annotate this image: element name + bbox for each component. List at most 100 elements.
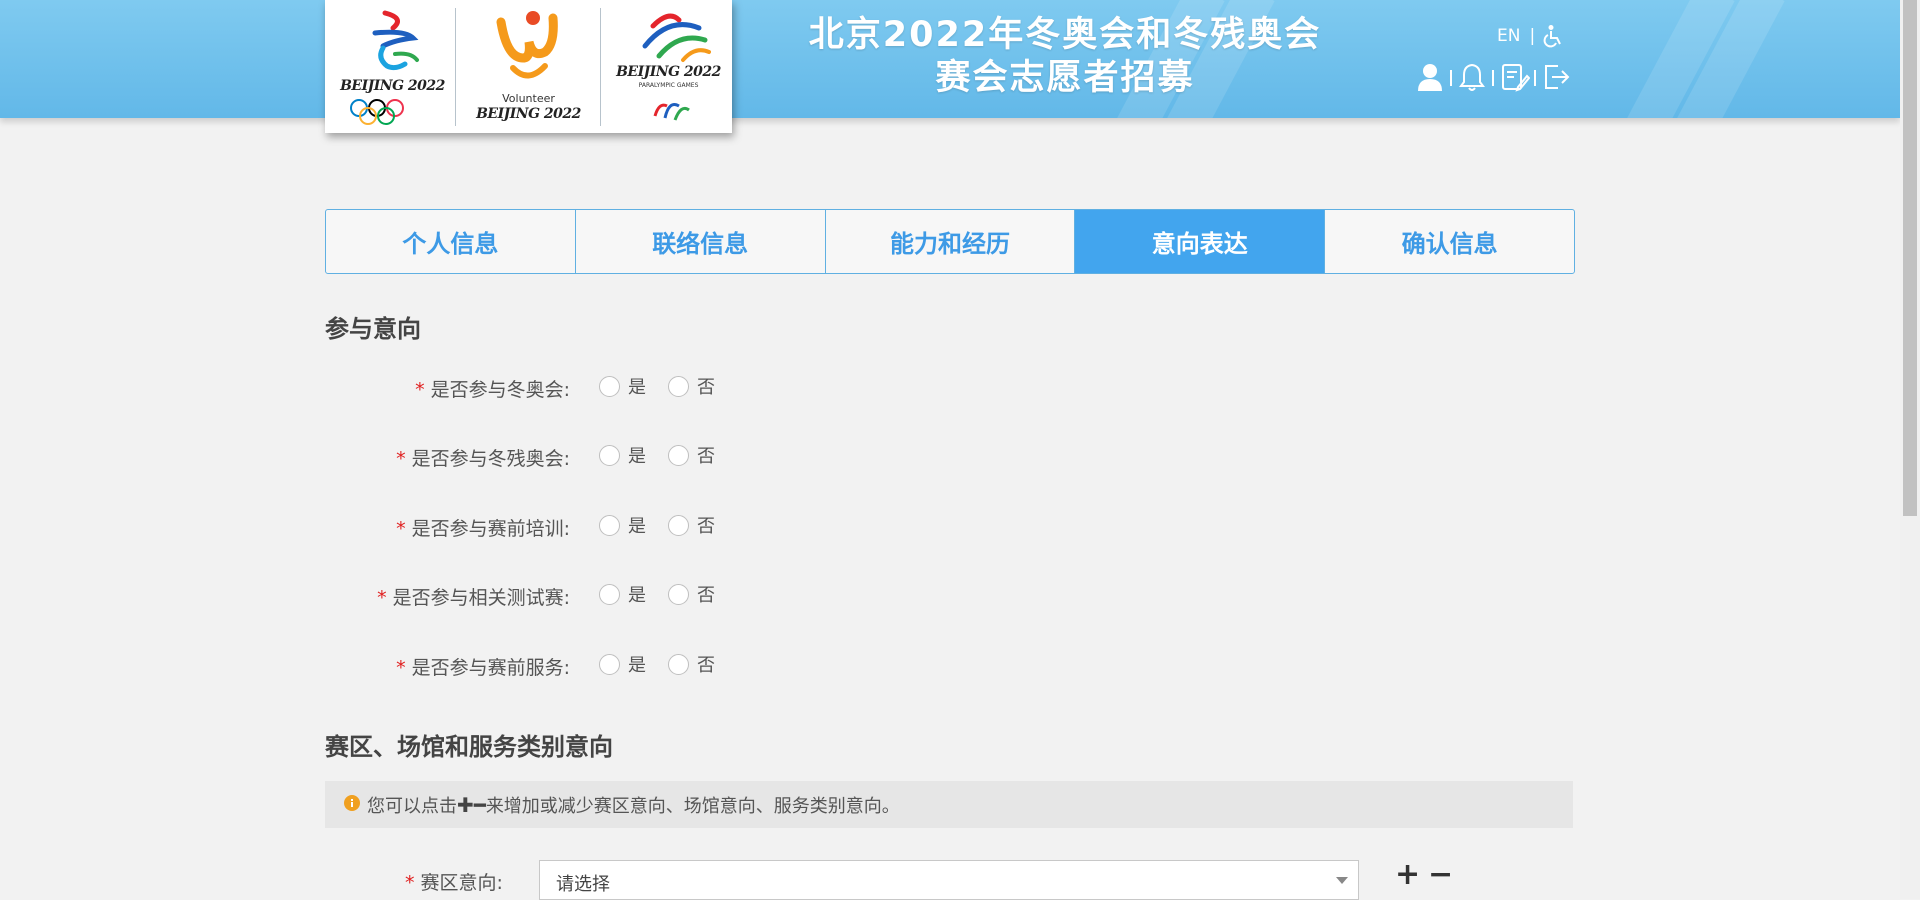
- participation-section-title: 参与意向: [325, 315, 421, 343]
- radio-circle[interactable]: [668, 375, 689, 397]
- radio-label: 否: [697, 446, 715, 467]
- radio-label: 是: [628, 585, 646, 606]
- zone-intention-select[interactable]: 请选择: [539, 860, 1359, 900]
- logo-panel: BEIJING 2022 Volunteer BEIJING 2022 BEIJ…: [325, 0, 732, 133]
- tab-personal-info[interactable]: 个人信息: [326, 210, 576, 273]
- radio-label: 否: [697, 585, 715, 606]
- required-marker: *: [396, 657, 406, 679]
- user-icon[interactable]: [1416, 62, 1444, 96]
- radio-yes[interactable]: 是: [599, 651, 646, 677]
- scrollbar-thumb[interactable]: [1903, 0, 1917, 516]
- tip-text-post: 来增加或减少赛区意向、场馆意向、服务类别意向。: [485, 795, 900, 817]
- radio-circle[interactable]: [599, 583, 620, 605]
- question-label: * 是否参与赛前服务:: [396, 653, 570, 680]
- required-marker: *: [415, 379, 425, 401]
- info-tip: 您可以点击 ✚ ━ 来增加或减少赛区意向、场馆意向、服务类别意向。: [325, 781, 1573, 828]
- add-zone-button[interactable]: +: [1395, 860, 1420, 890]
- required-marker: *: [405, 872, 415, 894]
- radio-label: 否: [697, 516, 715, 537]
- tip-text-pre: 您可以点击: [367, 795, 457, 817]
- radio-circle[interactable]: [599, 653, 620, 675]
- site-title: 北京2022年冬奥会和冬残奥会 赛会志愿者招募: [780, 14, 1350, 100]
- question-text: 是否参与冬残奥会:: [411, 448, 570, 470]
- zone-intention-text: 赛区意向:: [420, 872, 503, 894]
- step-tabs: 个人信息 联络信息 能力和经历 意向表达 确认信息: [325, 209, 1575, 274]
- required-marker: *: [396, 448, 406, 470]
- chevron-down-icon: [1336, 877, 1348, 884]
- tip-text: 您可以点击 ✚ ━ 来增加或减少赛区意向、场馆意向、服务类别意向。: [367, 792, 900, 818]
- logout-icon[interactable]: [1542, 62, 1570, 96]
- radio-circle[interactable]: [599, 444, 620, 466]
- radio-circle[interactable]: [668, 514, 689, 536]
- volunteer-text: Volunteer: [502, 92, 555, 105]
- site-title-line1: 北京2022年冬奥会和冬残奥会: [808, 15, 1322, 55]
- page-scrollbar[interactable]: [1900, 0, 1920, 899]
- volunteer-emblem-icon: [496, 11, 558, 79]
- radio-label: 是: [628, 377, 646, 398]
- plus-icon: ✚: [457, 792, 474, 817]
- question-text: 是否参与赛前培训:: [411, 518, 570, 540]
- radio-no[interactable]: 否: [668, 373, 715, 399]
- radio-circle[interactable]: [668, 444, 689, 466]
- radio-label: 是: [628, 655, 646, 676]
- question-text: 是否参与赛前服务:: [411, 657, 570, 679]
- radio-label: 否: [697, 655, 715, 676]
- radio-yes[interactable]: 是: [599, 581, 646, 607]
- radio-no[interactable]: 否: [668, 581, 715, 607]
- agitos-icon: [653, 103, 690, 121]
- radio-no[interactable]: 否: [668, 651, 715, 677]
- site-title-line2: 赛会志愿者招募: [935, 58, 1195, 98]
- radio-no[interactable]: 否: [668, 442, 715, 468]
- question-paralympics: * 是否参与冬残奥会: 是 否: [325, 440, 1573, 470]
- remove-zone-button[interactable]: −: [1428, 860, 1453, 890]
- radio-circle[interactable]: [668, 583, 689, 605]
- beijing-2022-volunteer-logo: Volunteer BEIJING 2022: [461, 0, 596, 133]
- olympic-rings-icon: [350, 99, 404, 125]
- radio-label: 是: [628, 446, 646, 467]
- beijing-2022-paralympic-logo: BEIJING 2022 PARALYMPIC GAMES: [601, 0, 736, 133]
- logo-brand-text: BEIJING 2022: [476, 106, 581, 122]
- required-marker: *: [396, 518, 406, 540]
- language-en-link[interactable]: EN: [1497, 26, 1520, 46]
- question-training: * 是否参与赛前培训: 是 否: [325, 510, 1573, 540]
- required-marker: *: [377, 587, 387, 609]
- olympic-emblem-icon: [372, 10, 419, 71]
- tab-intention[interactable]: 意向表达: [1075, 210, 1326, 273]
- question-label: * 是否参与冬奥会:: [415, 375, 570, 402]
- radio-yes[interactable]: 是: [599, 512, 646, 538]
- radio-label: 是: [628, 516, 646, 537]
- radio-circle[interactable]: [599, 375, 620, 397]
- question-text: 是否参与相关测试赛:: [392, 587, 570, 609]
- bell-icon[interactable]: [1458, 62, 1486, 96]
- tab-ability-experience[interactable]: 能力和经历: [826, 210, 1076, 273]
- radio-yes[interactable]: 是: [599, 373, 646, 399]
- zone-intention-row: * 赛区意向: 请选择 + −: [325, 860, 1573, 900]
- paralympic-games-text: PARALYMPIC GAMES: [638, 82, 699, 89]
- question-olympics: * 是否参与冬奥会: 是 否: [325, 371, 1573, 401]
- radio-circle[interactable]: [668, 653, 689, 675]
- select-value: 请选择: [556, 874, 610, 895]
- minus-icon: ━: [473, 792, 486, 817]
- question-label: * 是否参与相关测试赛:: [377, 583, 570, 610]
- question-text: 是否参与冬奥会:: [430, 379, 570, 401]
- edit-icon[interactable]: [1500, 62, 1531, 96]
- paralympic-emblem-icon: [642, 13, 711, 62]
- header-banner: 北京2022年冬奥会和冬残奥会 赛会志愿者招募 EN |: [0, 0, 1900, 118]
- logo-brand-text: BEIJING 2022: [616, 64, 721, 80]
- beijing-2022-olympic-logo: BEIJING 2022: [325, 0, 460, 133]
- radio-circle[interactable]: [599, 514, 620, 536]
- tab-confirm-info[interactable]: 确认信息: [1325, 210, 1574, 273]
- radio-yes[interactable]: 是: [599, 442, 646, 468]
- tab-contact-info[interactable]: 联络信息: [576, 210, 826, 273]
- language-switch[interactable]: EN |: [1497, 26, 1544, 46]
- accessibility-icon[interactable]: [1543, 24, 1565, 52]
- radio-no[interactable]: 否: [668, 512, 715, 538]
- venue-section-title: 赛区、场馆和服务类别意向: [325, 733, 613, 761]
- question-test-events: * 是否参与相关测试赛: 是 否: [325, 579, 1573, 609]
- info-icon: [344, 794, 360, 815]
- zone-intention-label: * 赛区意向:: [405, 868, 503, 895]
- radio-label: 否: [697, 377, 715, 398]
- question-label: * 是否参与冬残奥会:: [396, 444, 570, 471]
- question-pre-games-service: * 是否参与赛前服务: 是 否: [325, 649, 1573, 679]
- logo-brand-text: BEIJING 2022: [340, 78, 445, 94]
